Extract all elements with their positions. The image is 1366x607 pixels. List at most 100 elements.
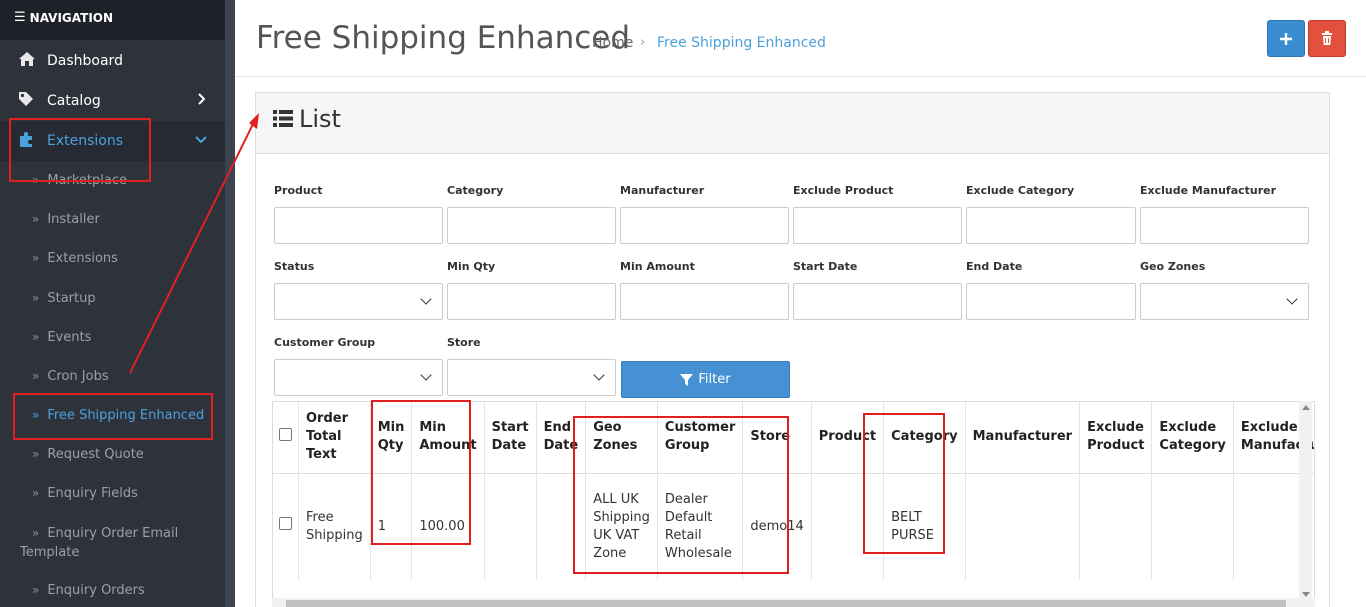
row-checkbox[interactable]	[279, 517, 292, 531]
col-min-amount[interactable]: Min Amount	[411, 402, 485, 474]
add-button[interactable]	[1267, 20, 1305, 57]
filter-label-min-amount: Min Amount	[620, 260, 695, 273]
col-end-date[interactable]: End Date	[536, 402, 587, 474]
filter-exclude-product-input[interactable]	[793, 207, 962, 244]
filter-label-customer-group: Customer Group	[274, 336, 376, 349]
sidebar-subitem-free-shipping-enhanced[interactable]: » Free Shipping Enhanced	[0, 406, 225, 425]
col-customer-group[interactable]: Customer Group	[657, 402, 744, 474]
puzzle-icon	[18, 131, 40, 152]
sidebar-subitem-extensions[interactable]: » Extensions	[0, 249, 225, 268]
scrollbar-thumb[interactable]	[286, 600, 1286, 607]
filter-start-date-input[interactable]	[793, 283, 962, 320]
filter-min-qty-input[interactable]	[447, 283, 616, 320]
list-panel: List Product Category Manufacturer Exclu…	[255, 92, 1330, 607]
panel-title-text: List	[299, 105, 341, 133]
sidebar-item-label: Dashboard	[47, 53, 123, 69]
filter-exclude-category-input[interactable]	[966, 207, 1136, 244]
double-chevron-icon: »	[32, 583, 40, 597]
delete-button[interactable]	[1308, 20, 1346, 57]
sidebar-subitem-label: Enquiry Fields	[47, 486, 138, 501]
cell-min-qty: 1	[370, 473, 413, 580]
menu-icon[interactable]: ☰	[14, 10, 26, 25]
sidebar-subitem-label: Enquiry Order Email Template	[20, 526, 179, 560]
double-chevron-icon: »	[32, 173, 40, 187]
filter-product-input[interactable]	[274, 207, 443, 244]
col-exclude-category[interactable]: Exclude Category	[1151, 402, 1234, 474]
sidebar-subitem-label: Extensions	[47, 251, 118, 266]
nav-header: ☰ NAVIGATION	[0, 0, 225, 40]
double-chevron-icon: »	[32, 526, 40, 540]
cell-end-date	[536, 473, 587, 580]
breadcrumb-current[interactable]: Free Shipping Enhanced	[657, 35, 826, 51]
breadcrumb-separator-icon: ›	[640, 35, 646, 50]
chevron-down-icon	[1286, 293, 1298, 305]
horizontal-scrollbar[interactable]	[272, 598, 1315, 607]
filter-exclude-manufacturer-input[interactable]	[1140, 207, 1309, 244]
filter-store-select[interactable]	[447, 359, 616, 396]
chevron-down-icon	[195, 133, 207, 149]
col-product[interactable]: Product	[811, 402, 885, 474]
sidebar-subitem-events[interactable]: » Events	[0, 328, 225, 347]
col-min-qty[interactable]: Min Qty	[370, 402, 413, 474]
sidebar-subitem-enquiry-fields[interactable]: » Enquiry Fields	[0, 484, 225, 503]
filter-label-exclude-category: Exclude Category	[966, 184, 1075, 197]
sidebar-subitem-label: Startup	[47, 291, 96, 306]
select-all-checkbox[interactable]	[279, 427, 292, 441]
double-chevron-icon: »	[32, 408, 40, 422]
filter-status-select[interactable]	[274, 283, 443, 320]
page-header: Free Shipping Enhanced Home › Free Shipp…	[235, 0, 1366, 77]
double-chevron-icon: »	[32, 330, 40, 344]
col-exclude-product[interactable]: Exclude Product	[1079, 402, 1153, 474]
cell-product	[811, 473, 885, 580]
col-start-date[interactable]: Start Date	[484, 402, 537, 474]
filter-label-exclude-product: Exclude Product	[793, 184, 894, 197]
filter-icon	[680, 373, 694, 386]
double-chevron-icon: »	[32, 212, 40, 226]
filter-customer-group-select[interactable]	[274, 359, 443, 396]
sidebar: ☰ NAVIGATION Dashboard Catalog Extension…	[0, 0, 225, 607]
double-chevron-icon: »	[32, 369, 40, 383]
cell-geo-zones: ALL UK Shipping UK VAT Zone	[585, 473, 658, 580]
filter-geo-zones-select[interactable]	[1140, 283, 1309, 320]
sidebar-subitem-marketplace[interactable]: » Marketplace	[0, 171, 225, 190]
filter-label-geo-zones: Geo Zones	[1140, 260, 1206, 273]
sidebar-item-extensions[interactable]: Extensions	[0, 121, 225, 161]
filter-button-label: Filter	[698, 372, 731, 387]
col-category[interactable]: Category	[883, 402, 966, 474]
list-icon	[273, 105, 293, 133]
filter-label-start-date: Start Date	[793, 260, 858, 273]
sidebar-subitem-installer[interactable]: » Installer	[0, 210, 225, 229]
sidebar-subitem-cron-jobs[interactable]: » Cron Jobs	[0, 367, 225, 386]
sidebar-subitem-request-quote[interactable]: » Request Quote	[0, 445, 225, 464]
filter-label-category: Category	[447, 184, 504, 197]
filter-label-end-date: End Date	[966, 260, 1023, 273]
filter-category-input[interactable]	[447, 207, 616, 244]
main-content: Free Shipping Enhanced Home › Free Shipp…	[235, 0, 1366, 607]
nav-header-label: NAVIGATION	[29, 11, 114, 25]
filter-end-date-input[interactable]	[966, 283, 1136, 320]
col-manufacturer[interactable]: Manufacturer	[965, 402, 1081, 474]
sidebar-subitem-startup[interactable]: » Startup	[0, 289, 225, 308]
col-geo-zones[interactable]: Geo Zones	[585, 402, 658, 474]
scroll-up-icon[interactable]	[1302, 405, 1310, 410]
vertical-scrollbar[interactable]	[1299, 401, 1312, 601]
filter-manufacturer-input[interactable]	[620, 207, 789, 244]
cell-exclude-product	[1079, 473, 1153, 580]
select-all-cell	[273, 402, 299, 474]
filter-button[interactable]: Filter	[621, 361, 790, 398]
chevron-down-icon	[420, 369, 432, 381]
home-icon	[18, 51, 40, 71]
sidebar-item-label: Catalog	[47, 93, 101, 109]
cell-start-date	[484, 473, 537, 580]
sidebar-subitem-enquiry-orders[interactable]: » Enquiry Orders	[0, 581, 225, 600]
sidebar-subitem-label: Request Quote	[47, 447, 144, 462]
col-order-total-text[interactable]: Order Total Text	[298, 402, 371, 474]
sidebar-item-dashboard[interactable]: Dashboard	[0, 41, 225, 81]
filter-min-amount-input[interactable]	[620, 283, 789, 320]
sidebar-subitem-enquiry-order-email-template[interactable]: » Enquiry Order Email Template	[0, 524, 200, 562]
col-store[interactable]: Store	[742, 402, 812, 474]
sidebar-item-catalog[interactable]: Catalog	[0, 81, 225, 121]
scroll-down-icon[interactable]	[1302, 592, 1310, 597]
page-title: Free Shipping Enhanced	[256, 20, 631, 56]
breadcrumb-home[interactable]: Home	[592, 35, 633, 51]
